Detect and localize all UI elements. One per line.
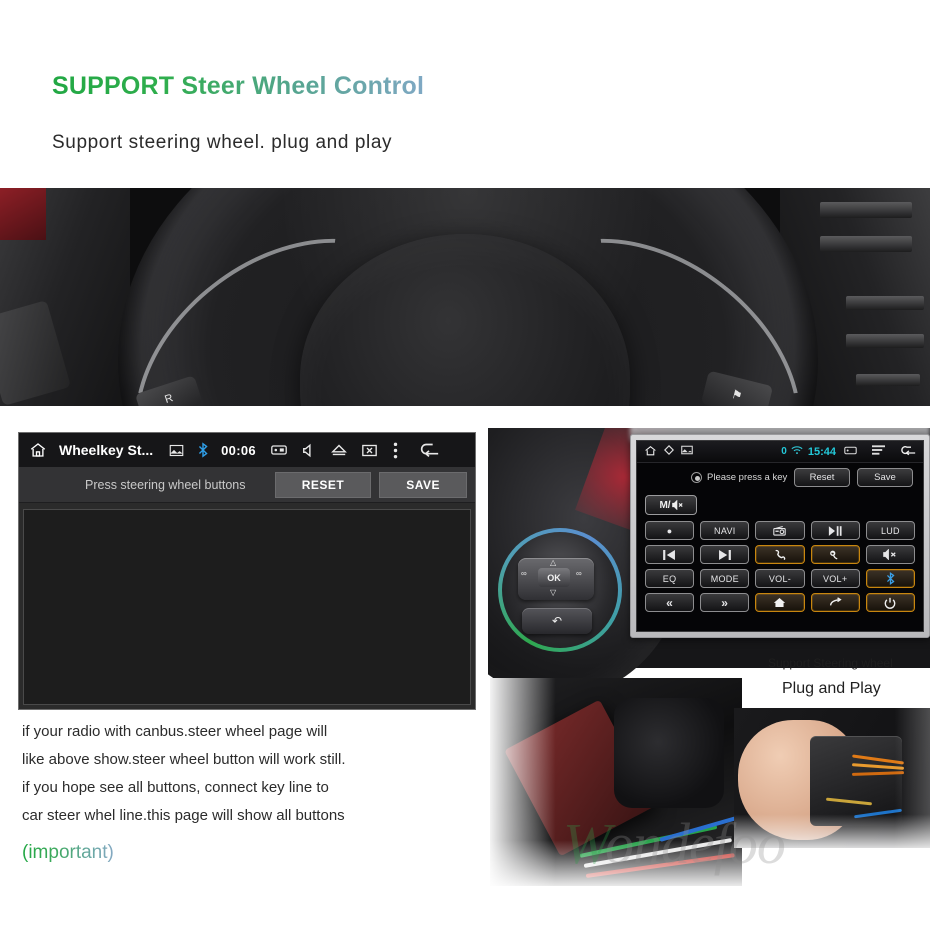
note-line: car steer whel line.this page will show … [22, 807, 345, 824]
page-title: SUPPORT Steer Wheel Control [52, 72, 425, 100]
play-pause-button[interactable] [810, 521, 860, 540]
swc-closeup-photo: △ ▽ ∞ ∞ OK ↶ [502, 532, 618, 648]
radio-reset-button[interactable]: Reset [794, 467, 850, 487]
call-answer-button[interactable] [755, 545, 805, 564]
power-button[interactable] [865, 593, 915, 612]
wiring-harness-photo [490, 678, 742, 886]
note-line: like above show.steer wheel button will … [22, 751, 346, 768]
radio-save-button[interactable]: Save [857, 467, 913, 487]
swc-left-icon[interactable]: ∞ [521, 569, 527, 578]
vol-down-button[interactable]: VOL- [755, 569, 805, 588]
key-list-area[interactable] [23, 509, 471, 705]
air-vent [856, 374, 920, 386]
page-subtitle: Support steering wheel. plug and play [52, 132, 393, 153]
air-vent [820, 202, 912, 218]
screen-off-icon[interactable] [362, 444, 377, 457]
important-label: (important) [22, 842, 114, 863]
radio-button[interactable] [755, 521, 805, 540]
swc-highlight-ring: △ ▽ ∞ ∞ OK ↶ [498, 528, 622, 652]
caption-plug-and-play: Plug and Play [782, 680, 881, 697]
bluetooth-count-indicator: 0 [781, 446, 787, 457]
gallery-icon[interactable] [169, 444, 184, 457]
swc-back-button[interactable]: ↶ [522, 608, 592, 634]
bluetooth-icon[interactable] [197, 442, 209, 458]
dashboard-left [0, 188, 130, 406]
wifi-icon[interactable] [791, 445, 803, 458]
eq-button[interactable]: EQ [645, 569, 695, 588]
disc-button[interactable]: ● [645, 521, 695, 540]
return-button[interactable] [810, 593, 860, 612]
press-hint-label: Press steering wheel buttons [85, 477, 246, 492]
dashboard-accent-strip [0, 188, 46, 240]
swc-right-icon[interactable]: ∞ [576, 569, 582, 578]
reset-button[interactable]: RESET [274, 471, 372, 498]
photo-collage: △ ▽ ∞ ∞ OK ↶ 0 15:44 Please press a key … [488, 428, 930, 888]
android-app-screenshot: Wheelkey St... 00:06 Press steering whee… [18, 432, 476, 710]
radio-screen: 0 15:44 Please press a key Reset Save M/… [636, 440, 924, 632]
swc-down-icon[interactable]: ▽ [550, 588, 556, 597]
radio-key-prompt-row: Please press a key Reset Save [637, 463, 923, 491]
status-clock: 00:06 [221, 442, 256, 458]
mute-icon [671, 500, 683, 510]
android-status-bar: Wheelkey St... 00:06 [19, 433, 475, 467]
rewind-button[interactable]: « [645, 593, 695, 612]
wire [638, 740, 711, 802]
caption-support-steering: Support Steering wheel [768, 656, 893, 670]
back-icon[interactable] [901, 445, 916, 459]
swc-ok-button[interactable]: OK [538, 568, 570, 587]
home-icon[interactable] [29, 441, 47, 459]
radio-status-bar: 0 15:44 [637, 441, 923, 463]
steering-wheel-photo: R ⚑ ←┐ ⌓ LIM + − MODE + − ✆ ⎇ [0, 188, 930, 406]
radio-clock: 15:44 [807, 445, 836, 458]
mode-button[interactable]: MODE [700, 569, 750, 588]
previous-track-button[interactable] [645, 545, 695, 564]
sdcard-icon[interactable] [844, 446, 857, 458]
photo-fade-overlay [734, 708, 930, 848]
radio-button-grid: ● NAVI LUD EQ MODE VOL- VOL+ « » [645, 521, 915, 612]
vol-up-button[interactable]: VOL+ [810, 569, 860, 588]
overflow-menu-icon[interactable] [393, 442, 398, 459]
note-line: if you hope see all buttons, connect key… [22, 779, 329, 796]
radio-prompt-label: Please press a key [707, 471, 788, 483]
loud-button[interactable]: LUD [865, 521, 915, 540]
mute-key-label: M/ [659, 499, 671, 511]
call-hangup-button[interactable] [810, 545, 860, 564]
note-line: if your radio with canbus.steer wheel pa… [22, 723, 328, 740]
back-icon[interactable] [418, 442, 440, 458]
car-radio-unit: 0 15:44 Please press a key Reset Save M/… [630, 434, 930, 638]
app-title: Wheelkey St... [59, 442, 154, 458]
air-vent [846, 334, 924, 348]
note-block: if your radio with canbus.steer wheel pa… [22, 718, 482, 864]
navigate-back-icon[interactable] [664, 445, 674, 458]
key-indicator-icon [691, 471, 702, 483]
navi-button[interactable]: NAVI [700, 521, 750, 540]
radio-mute-key-button[interactable]: M/ [645, 495, 697, 515]
air-vent [820, 236, 912, 252]
connector-in-hand-photo [734, 708, 930, 848]
mute-speaker-icon[interactable] [302, 443, 316, 458]
home-icon[interactable] [644, 445, 657, 459]
home-button[interactable] [755, 593, 805, 612]
gallery-icon[interactable] [681, 445, 693, 458]
save-button[interactable]: SAVE [379, 471, 467, 498]
bluetooth-button[interactable] [865, 569, 915, 588]
page-root: SUPPORT Steer Wheel Control Support stee… [0, 0, 930, 930]
forward-button[interactable]: » [700, 593, 750, 612]
menu-list-icon[interactable] [872, 445, 885, 458]
next-track-button[interactable] [700, 545, 750, 564]
sdcard-icon[interactable] [271, 444, 287, 456]
photo-fade-overlay [490, 678, 742, 886]
swc-up-icon[interactable]: △ [550, 558, 556, 567]
mute-button[interactable] [865, 545, 915, 564]
eject-icon[interactable] [330, 444, 347, 456]
air-vent [846, 296, 924, 310]
android-action-bar: Press steering wheel buttons RESET SAVE [19, 467, 475, 503]
